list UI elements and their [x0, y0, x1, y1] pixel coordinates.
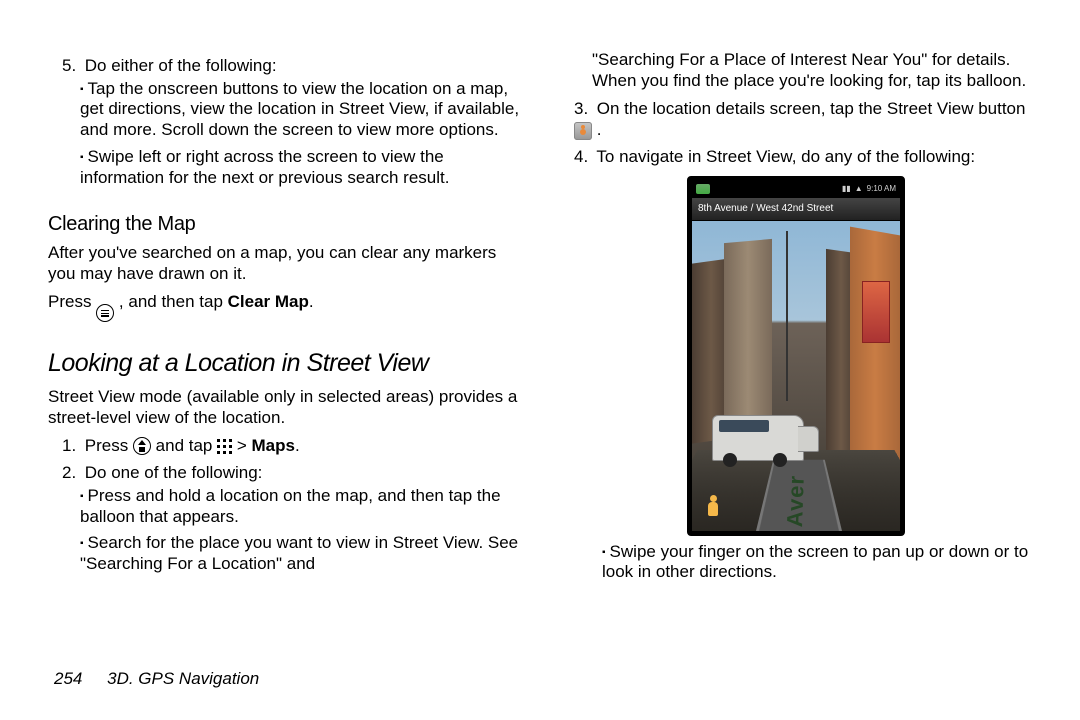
street-view-screenshot: ▮▮ ▲ 9:10 AM 8th Avenue / West 42nd Stre…: [687, 176, 905, 536]
right-column: "Searching For a Place of Interest Near …: [560, 50, 1032, 651]
street-view-para: Street View mode (available only in sele…: [48, 387, 520, 428]
page-number: 254: [54, 669, 82, 688]
street-view-address-bar: 8th Avenue / West 42nd Street: [692, 198, 900, 221]
sv-step-2-bullet-2: Search for the place you want to view in…: [80, 533, 520, 574]
two-column-layout: 5. Do either of the following: Tap the o…: [48, 50, 1032, 651]
sv-step-1-bold: Maps: [252, 436, 295, 455]
sv-step-4-num: 4.: [574, 147, 592, 168]
clearing-map-heading: Clearing the Map: [48, 212, 520, 236]
left-column: 5. Do either of the following: Tap the o…: [48, 50, 520, 651]
clearing-map-instruction: Press , and then tap Clear Map.: [48, 292, 520, 322]
sv-step-3-pre: On the location details screen, tap the …: [597, 99, 1026, 118]
apps-grid-icon: [217, 439, 232, 454]
signal-icon: ▮▮: [842, 184, 851, 194]
continuation-text: "Searching For a Place of Interest Near …: [592, 50, 1032, 91]
sv-step-4: 4. To navigate in Street View, do any of…: [574, 147, 1032, 168]
status-time: 9:10 AM: [867, 184, 896, 194]
clearing-map-para: After you've searched on a map, you can …: [48, 243, 520, 284]
street-view-scene: n Aver: [692, 221, 900, 531]
step-5: 5. Do either of the following:: [62, 56, 520, 77]
van-icon: [712, 415, 804, 461]
sv-step-2: 2. Do one of the following:: [62, 463, 520, 484]
sv-step-1-post: .: [295, 436, 300, 455]
carrier-icon: [696, 184, 710, 194]
billboard-icon: [862, 281, 890, 343]
street-pole-icon: [786, 231, 788, 401]
page-footer: 254 3D. GPS Navigation: [48, 669, 1032, 690]
sv-step-1-num: 1.: [62, 436, 80, 457]
menu-key-icon: [96, 304, 114, 322]
sv-step-2-text: Do one of the following:: [85, 463, 263, 482]
road-overlay-label: n Aver: [781, 474, 810, 530]
sv-step-1-pre: Press: [85, 436, 133, 455]
manual-page: 5. Do either of the following: Tap the o…: [0, 0, 1080, 720]
clearing-post: .: [309, 292, 314, 311]
sv-step-3-num: 3.: [574, 99, 592, 120]
sv-step-3-post: .: [597, 120, 602, 139]
step-5-bullet-2: Swipe left or right across the screen to…: [80, 147, 520, 188]
sv-step-1-mid: and tap: [156, 436, 217, 455]
sv-step-3: 3. On the location details screen, tap t…: [574, 99, 1032, 140]
step-5-text: Do either of the following:: [85, 56, 277, 75]
clearing-mid: , and then tap: [119, 292, 228, 311]
street-view-heading: Looking at a Location in Street View: [48, 348, 520, 379]
clearing-pre: Press: [48, 292, 96, 311]
sv-step-4-text: To navigate in Street View, do any of th…: [596, 147, 975, 166]
sv-step-4-bullet-1: Swipe your finger on the screen to pan u…: [602, 542, 1032, 583]
section-title: 3D. GPS Navigation: [107, 669, 259, 688]
phone-status-bar: ▮▮ ▲ 9:10 AM: [692, 181, 900, 198]
clearing-bold: Clear Map: [228, 292, 309, 311]
pegman-icon: [706, 495, 720, 517]
step-5-number: 5.: [62, 56, 80, 77]
sv-step-2-num: 2.: [62, 463, 80, 484]
home-key-icon: [133, 437, 151, 455]
menu-lines-icon: [101, 310, 109, 317]
wifi-icon: ▲: [855, 184, 863, 194]
building-right-icon: [850, 226, 900, 475]
sv-step-1: 1. Press and tap > Maps.: [62, 436, 520, 457]
street-view-button-icon: [574, 122, 592, 140]
sv-step-1-arrow: >: [237, 436, 252, 455]
sv-step-2-bullet-1: Press and hold a location on the map, an…: [80, 486, 520, 527]
step-5-bullet-1: Tap the onscreen buttons to view the loc…: [80, 79, 520, 141]
